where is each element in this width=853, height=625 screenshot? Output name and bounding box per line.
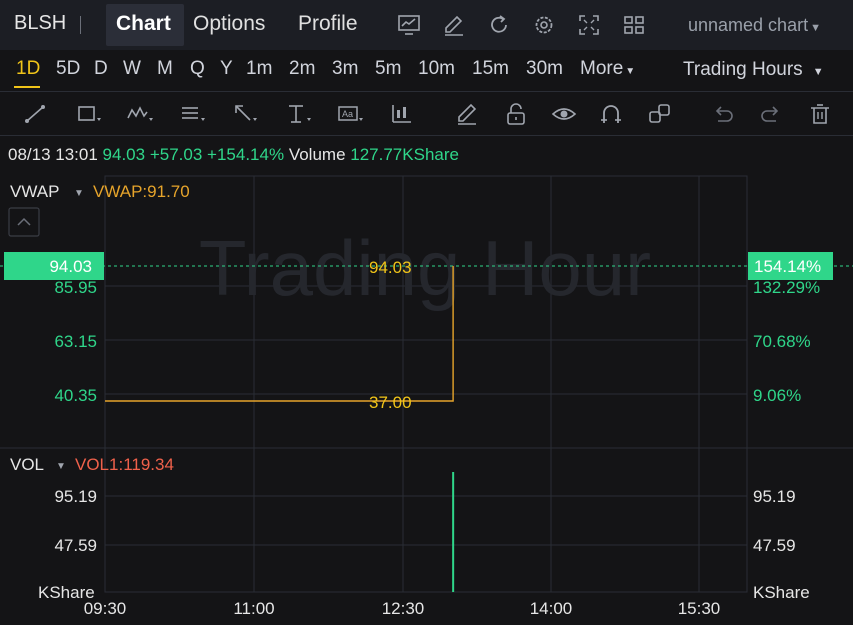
current-price-tag-text: 94.03 bbox=[49, 257, 92, 276]
pct-axis-label: 9.06% bbox=[753, 386, 801, 405]
current-pct-tag-text: 154.14% bbox=[754, 257, 821, 276]
time-axis-label: 09:30 bbox=[84, 599, 127, 618]
low-annotation: 37.00 bbox=[369, 393, 412, 412]
time-axis-label: 12:30 bbox=[382, 599, 425, 618]
vol-axis-label-left: 47.59 bbox=[54, 536, 97, 555]
time-axis-label: 11:00 bbox=[233, 599, 274, 618]
high-annotation: 94.03 bbox=[369, 258, 412, 277]
vol-indicator-name[interactable]: VOL bbox=[10, 455, 44, 474]
price-axis-label: 40.35 bbox=[54, 386, 97, 405]
price-axis-label: 63.15 bbox=[54, 332, 97, 351]
vwap-indicator-name[interactable]: VWAP bbox=[10, 182, 59, 201]
vol-axis-label-left: 95.19 bbox=[54, 487, 97, 506]
vol-axis-label-right: 47.59 bbox=[753, 536, 796, 555]
pct-axis-label: 132.29% bbox=[753, 278, 820, 297]
caret-down-icon[interactable]: ▼ bbox=[74, 188, 84, 199]
time-axis-label: 14:00 bbox=[530, 599, 573, 618]
vol-indicator-value: VOL1:119.34 bbox=[75, 455, 174, 474]
price-chart[interactable]: Trading Hour VWAP ▼ VWAP:91.70 85.95 63.1… bbox=[0, 0, 853, 625]
collapse-button[interactable] bbox=[8, 207, 40, 237]
time-axis-label: 15:30 bbox=[678, 599, 721, 618]
caret-down-icon[interactable]: ▼ bbox=[56, 461, 66, 472]
pct-axis-label: 70.68% bbox=[753, 332, 811, 351]
vwap-indicator-value: VWAP:91.70 bbox=[93, 182, 190, 201]
watermark: Trading Hour bbox=[199, 224, 651, 312]
vol-axis-label-right: 95.19 bbox=[753, 487, 796, 506]
vol-unit-right: KShare bbox=[753, 583, 810, 602]
price-axis-label: 85.95 bbox=[54, 278, 97, 297]
chevron-up-icon bbox=[17, 217, 31, 226]
time-axis-labels: 09:30 11:00 12:30 14:00 15:30 bbox=[84, 599, 721, 618]
